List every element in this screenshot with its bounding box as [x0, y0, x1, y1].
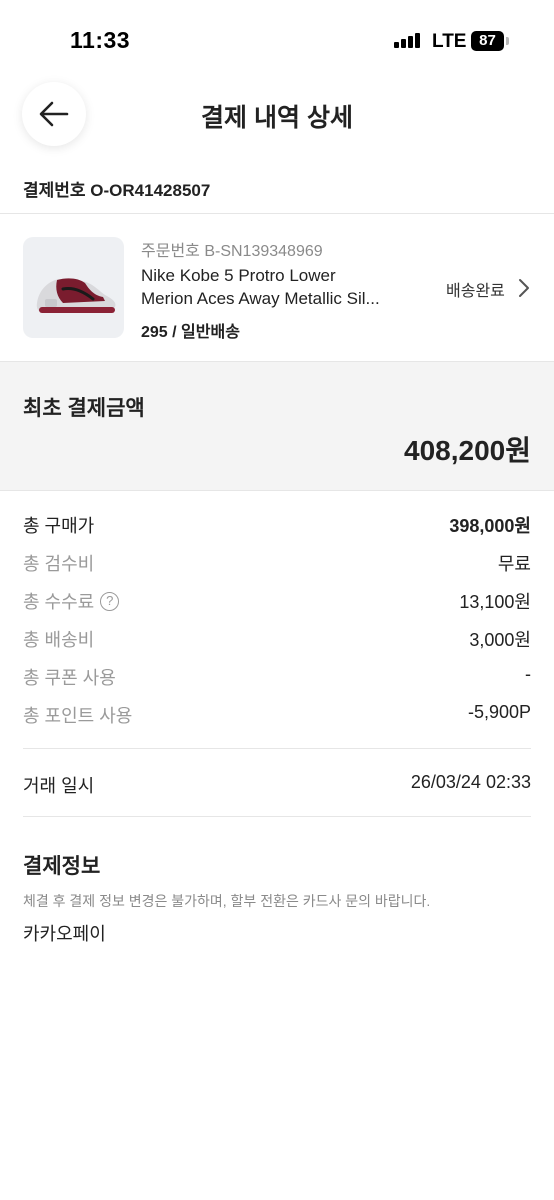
breakdown-row: 총 수수료 ? 13,100원: [23, 588, 531, 626]
status-bar: 11:33 LTE 87: [0, 0, 554, 80]
breakdown-row: 총 배송비 3,000원: [23, 626, 531, 664]
payment-method: 카카오페이: [23, 924, 106, 944]
payment-info-note: 체결 후 결제 정보 변경은 불가하며, 할부 전환은 카드사 문의 바랍니다.: [23, 893, 431, 909]
product-name: Nike Kobe 5 Protro Lower Merion Aces Awa…: [141, 264, 421, 310]
product-row[interactable]: 주문번호 B-SN139348969 Nike Kobe 5 Protro Lo…: [0, 214, 554, 361]
page-title: 결제 내역 상세: [201, 104, 353, 132]
total-payment-section: 최초 결제금액 408,200원: [0, 361, 554, 491]
chevron-right-icon: [519, 279, 529, 297]
trade-date-label: 거래 일시: [23, 776, 95, 796]
breakdown-value: -5,900P: [467, 702, 531, 722]
breakdown-value: 398,000원: [449, 516, 531, 536]
breakdown-value: 3,000원: [469, 630, 531, 650]
breakdown-row: 총 쿠폰 사용 -: [23, 664, 531, 702]
network-label: LTE: [432, 31, 467, 52]
breakdown-label: 총 수수료: [23, 592, 95, 612]
breakdown-row: 총 검수비 무료: [23, 550, 531, 588]
total-amount: 408,200원: [404, 435, 531, 466]
status-time: 11:33: [70, 27, 131, 53]
question-icon[interactable]: ?: [100, 591, 120, 611]
order-number: 주문번호 B-SN139348969: [141, 243, 323, 260]
breakdown-label: 총 배송비: [23, 630, 95, 650]
breakdown-label: 총 구매가: [23, 516, 95, 536]
battery-tip: [506, 37, 509, 45]
battery-icon: 87: [471, 31, 504, 51]
product-option: 295 / 일반배송: [141, 324, 240, 341]
payment-info-title: 결제정보: [23, 855, 101, 878]
divider: [23, 748, 531, 749]
breakdown-label: 총 쿠폰 사용: [23, 668, 116, 688]
divider: [23, 816, 531, 817]
payment-number: 결제번호 O-OR41428507: [23, 181, 211, 200]
breakdown-label: 총 검수비: [23, 554, 95, 574]
signal-icon: [394, 33, 420, 48]
price-breakdown: 총 구매가 398,000원 총 검수비 무료 총 수수료 ? 13,100원 …: [23, 512, 531, 740]
breakdown-label: 총 포인트 사용: [23, 706, 133, 726]
breakdown-value: 13,100원: [459, 592, 531, 612]
breakdown-value: 무료: [497, 554, 531, 574]
breakdown-label-wrap: 총 수수료 ?: [23, 588, 120, 614]
total-label: 최초 결제금액: [23, 397, 145, 420]
product-name-line1: Nike Kobe 5 Protro Lower: [141, 266, 336, 285]
trade-date-value: 26/03/24 02:33: [410, 772, 531, 792]
breakdown-value: -: [525, 664, 531, 684]
delivery-status: 배송완료: [446, 283, 505, 300]
product-name-line2: Merion Aces Away Metallic Sil...: [141, 289, 380, 308]
breakdown-row: 총 구매가 398,000원: [23, 512, 531, 550]
breakdown-row: 총 포인트 사용 -5,900P: [23, 702, 531, 740]
product-image: [23, 237, 124, 338]
